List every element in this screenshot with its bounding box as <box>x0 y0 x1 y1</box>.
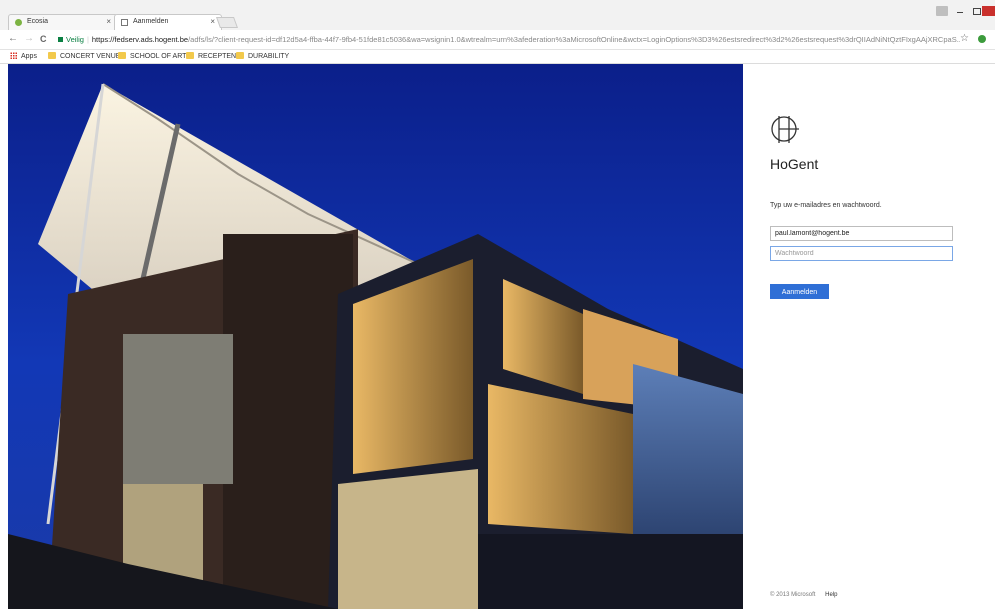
bookmarks-bar: Apps CONCERT VENUES SCHOOL OF ARTS RECEP… <box>0 50 995 64</box>
new-tab-button[interactable] <box>215 17 239 28</box>
sign-in-button[interactable]: Aanmelden <box>770 284 829 299</box>
bookmark-star-icon[interactable]: ☆ <box>960 34 969 44</box>
maximize-icon[interactable] <box>970 6 982 16</box>
bookmark-school-of-arts[interactable]: SCHOOL OF ARTS <box>118 51 191 62</box>
bookmark-apps[interactable]: Apps <box>10 51 37 62</box>
folder-icon <box>186 51 194 59</box>
forward-icon[interactable]: → <box>24 34 34 44</box>
close-tab-icon[interactable]: × <box>106 17 111 26</box>
extension-icon[interactable] <box>978 35 986 43</box>
footer: © 2013 Microsoft Help <box>770 592 837 598</box>
photo-illustration <box>8 64 743 609</box>
tab-aanmelden[interactable]: Aanmelden × <box>114 14 222 30</box>
bookmark-durability[interactable]: DURABILITY <box>236 51 289 62</box>
apps-grid-icon <box>10 51 17 59</box>
folder-icon <box>48 51 56 59</box>
close-tab-icon[interactable]: × <box>210 17 215 26</box>
page-favicon-icon <box>121 19 128 26</box>
url-host: https://fedserv.ads.hogent.be <box>91 35 189 44</box>
secure-label: Veilig <box>66 35 84 44</box>
folder-icon <box>236 51 244 59</box>
address-bar: ← → C Veilig | https://fedserv.ads.hogent.… <box>0 30 995 50</box>
bookmark-concert-venues[interactable]: CONCERT VENUES <box>48 51 125 62</box>
brand-name: HoGent <box>770 156 819 172</box>
help-link[interactable]: Help <box>825 592 837 598</box>
login-prompt: Typ uw e-mailadres en wachtwoord. <box>770 202 882 209</box>
tab-title: Ecosia <box>27 18 49 25</box>
email-field[interactable] <box>770 226 953 241</box>
lock-icon <box>58 36 63 42</box>
reload-icon[interactable]: C <box>40 34 47 44</box>
bookmark-recepten[interactable]: RECEPTEN <box>186 51 236 62</box>
tab-title: Aanmelden <box>133 18 169 25</box>
tab-ecosia[interactable]: Ecosia × <box>8 14 118 30</box>
sign-in-panel: HoGent Typ uw e-mailadres en wachtwoord.… <box>743 64 995 609</box>
hogent-logo-icon <box>771 116 799 143</box>
back-icon[interactable]: ← <box>8 34 18 44</box>
close-window-icon[interactable] <box>982 6 995 16</box>
profile-icon[interactable] <box>936 6 948 16</box>
copyright-text: © 2013 Microsoft <box>770 592 816 598</box>
folder-icon <box>118 51 126 59</box>
minimize-icon[interactable] <box>954 6 966 16</box>
password-field[interactable] <box>770 246 953 261</box>
ecosia-favicon-icon <box>15 19 22 26</box>
url-field[interactable]: Veilig | https://fedserv.ads.hogent.be/adf… <box>58 33 960 47</box>
browser-tab-strip: Ecosia × Aanmelden × <box>0 0 995 30</box>
campus-building-photo <box>8 64 743 609</box>
url-path: /adfs/ls/?client-request-id=df12d5a4-ffb… <box>188 35 960 44</box>
